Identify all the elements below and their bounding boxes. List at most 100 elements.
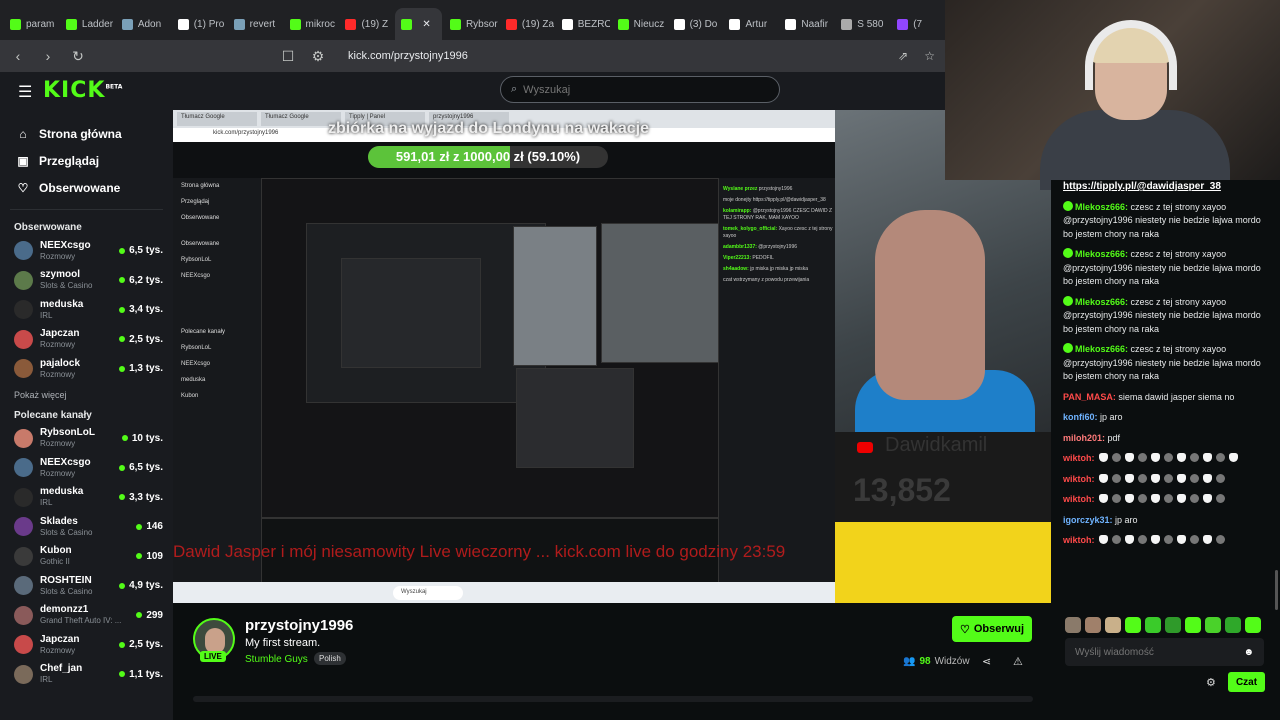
menu-icon[interactable]: ☰ [18,82,32,102]
back-icon[interactable]: ‹ [10,48,26,64]
browser-tab[interactable]: (19) Z [339,8,393,40]
sidebar-channel[interactable]: RybsonLoL Rozmowy 10 tys. [0,424,173,454]
browser-tab[interactable]: (3) Do [668,8,722,40]
channel-meta: NEEXcsgo Rozmowy [40,457,119,479]
chat-username[interactable]: igorczyk31: [1063,515,1113,525]
browser-tab[interactable]: (7 [891,8,945,40]
browser-tab[interactable]: mikroc [284,8,338,40]
emote-button[interactable] [1085,617,1101,633]
browser-tab[interactable]: ✕ [395,8,442,40]
chat-settings-icon[interactable]: ⚙ [1206,676,1216,689]
sidebar-channel[interactable]: pajalock Rozmowy 1,3 tys. [0,354,173,384]
report-icon[interactable]: ⚠ [1013,655,1023,668]
viewer-number: 1,3 tys. [129,363,163,375]
emote-button[interactable] [1105,617,1121,633]
follow-button[interactable]: ♡ Obserwuj [952,616,1032,642]
site-info-icon[interactable]: ⚙ [310,48,326,65]
kick-logo[interactable]: KICKBETA [43,78,122,103]
emote-icon [1164,494,1174,503]
video-player[interactable]: Tłumacz Google Tłumacz Google Tipply | P… [173,110,1051,603]
sidebar-channel[interactable]: Chef_jan IRL 1,1 tys. [0,660,173,690]
sidebar-channel[interactable]: Sklades Slots & Casino 146 [0,512,173,542]
forward-icon[interactable]: › [40,48,56,64]
inner-sidebar: Strona główna Przeglądaj Obserwowane Obs… [173,178,261,598]
sidebar-nav-heart[interactable]: ♡ Obserwowane [0,174,173,201]
chat-username[interactable]: wiktoh: [1063,535,1095,545]
browser-tab[interactable]: param [4,8,58,40]
chat-username[interactable]: Mlekosz666: [1075,344,1128,354]
chat-send-button[interactable]: Czat [1228,672,1265,692]
sidebar-channel[interactable]: Japczan Rozmowy 2,5 tys. [0,630,173,660]
browser-tab[interactable]: Naafir [779,8,833,40]
chat-username[interactable]: konfi60: [1063,412,1098,422]
donation-link[interactable]: https://tipply.pl/@dawidjasper_38 [1063,181,1221,192]
search-box[interactable]: ⌕ [500,76,780,103]
channel-meta: Japczan Rozmowy [40,634,119,656]
emote-icon [1099,494,1109,503]
chat-input-box[interactable]: ☻ [1065,638,1264,666]
viewer-number: 6,5 tys. [129,245,163,257]
browser-tab[interactable]: (1) Pro [172,8,226,40]
emote-icon [1138,473,1148,483]
emote-button[interactable] [1185,617,1201,633]
emote-button[interactable] [1225,617,1241,633]
search-input[interactable] [523,83,754,96]
emote-button[interactable] [1245,617,1261,633]
emote-button[interactable] [1065,617,1081,633]
share-page-icon[interactable]: ⇗ [898,49,908,63]
sidebar-channel[interactable]: ROSHTEIN Slots & Casino 4,9 tys. [0,571,173,601]
browser-tab[interactable]: Nieucz [612,8,666,40]
browser-tab[interactable]: S 580 [835,8,889,40]
sidebar-channel[interactable]: Kubon Gothic II 109 [0,542,173,572]
emote-button[interactable] [1125,617,1141,633]
channel-name: Japczan [40,328,80,340]
sidebar-nav-home[interactable]: ⌂ Strona główna [0,120,173,147]
viewer-count: 3,4 tys. [119,304,163,315]
emote-button[interactable] [1145,617,1161,633]
chat-username[interactable]: Mlekosz666: [1075,297,1128,307]
sidebar-channel[interactable]: Japczan Rozmowy 2,5 tys. [0,325,173,355]
emoji-picker-icon[interactable]: ☻ [1243,647,1254,658]
browser-tab[interactable]: BEZRO [556,8,610,40]
stream-category[interactable]: Stumble Guys [245,654,308,665]
youtube-icon [857,442,873,453]
browser-tab[interactable]: (19) Za [500,8,554,40]
extensions-icon[interactable]: ☆ [924,49,935,63]
show-more-link[interactable]: Pokaż więcej [0,384,173,406]
chat-username[interactable]: wiktoh: [1063,474,1095,484]
sidebar-channel[interactable]: demonzz1 Grand Theft Auto IV: ... 299 [0,601,173,631]
browser-tab[interactable]: Artur [723,8,777,40]
sidebar-channel[interactable]: NEEXcsgo Rozmowy 6,5 tys. [0,453,173,483]
emote-button[interactable] [1205,617,1221,633]
chat-username[interactable]: wiktoh: [1063,453,1095,463]
chat-message: igorczyk31: jp aro [1063,514,1268,528]
bookmark-icon[interactable]: ☐ [280,48,296,65]
share-icon[interactable]: ⋖ [982,655,991,668]
chat-username[interactable]: PAN_MASA: [1063,392,1116,402]
language-tag[interactable]: Polish [314,652,346,665]
emote-button[interactable] [1165,617,1181,633]
close-tab-icon[interactable]: ✕ [422,19,430,30]
chat-message: Mlekosz666: czesc z tej strony xayoo @pr… [1063,248,1268,289]
url-field[interactable]: kick.com/przystojny1996 [348,50,468,62]
chat-username[interactable]: Mlekosz666: [1075,249,1128,259]
channel-category: Slots & Casino [40,586,93,596]
browser-tab[interactable]: Rybsor [444,8,498,40]
chat-scrollbar[interactable] [1275,570,1278,610]
browser-tab[interactable]: Ladder [60,8,114,40]
sidebar-channel[interactable]: meduska IRL 3,3 tys. [0,483,173,513]
chat-username[interactable]: wiktoh: [1063,494,1095,504]
browser-tab[interactable]: Adon [116,8,170,40]
verified-badge-icon [1063,248,1073,258]
chat-username[interactable]: Mlekosz666: [1075,202,1128,212]
channel-name[interactable]: przystojny1996 [245,617,353,634]
sidebar-channel[interactable]: szymool Slots & Casino 6,2 tys. [0,266,173,296]
sidebar-channel[interactable]: meduska IRL 3,4 tys. [0,295,173,325]
sidebar-channel[interactable]: NEEXcsgo Rozmowy 6,5 tys. [0,236,173,266]
chat-username[interactable]: miloh201: [1063,433,1105,443]
inner-chat-line: adambbr1337: @przystojny1996 [723,244,834,251]
browser-tab[interactable]: revert [228,8,282,40]
chat-input[interactable] [1075,646,1235,658]
reload-icon[interactable]: ↻ [70,48,86,65]
sidebar-nav-browse[interactable]: ▣ Przeglądaj [0,147,173,174]
